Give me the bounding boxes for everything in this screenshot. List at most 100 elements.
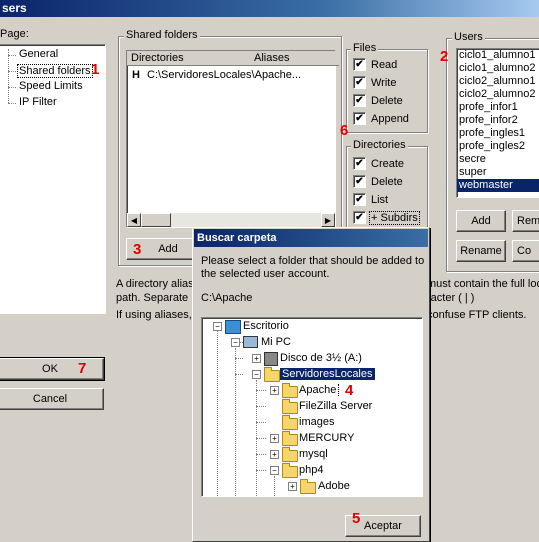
tree-item-mercury[interactable]: MERCURY: [299, 432, 354, 444]
page-tree: General Shared folders Speed Limits IP F…: [0, 44, 106, 314]
tree-item-filezilla[interactable]: FileZilla Server: [299, 400, 372, 412]
horizontal-scrollbar[interactable]: ◀ ▶: [127, 213, 335, 227]
add-user-button[interactable]: Add: [456, 210, 506, 232]
tree-item-apache[interactable]: Apache: [299, 384, 340, 396]
dialog-title: Buscar carpeta: [194, 229, 428, 247]
files-label: Files: [351, 42, 379, 54]
users-list[interactable]: ciclo1_alumno1 ciclo1_alumno2 ciclo2_alu…: [456, 48, 539, 198]
user-item-selected[interactable]: webmaster: [457, 179, 539, 192]
expand-icon[interactable]: +: [270, 386, 279, 395]
tree-item-mysql[interactable]: mysql: [299, 448, 328, 460]
append-checkbox[interactable]: ✔: [353, 112, 366, 125]
page-item-ip-filter[interactable]: IP Filter: [19, 96, 57, 108]
expand-icon[interactable]: +: [252, 354, 261, 363]
user-item[interactable]: profe_infor2: [457, 114, 539, 127]
user-item[interactable]: profe_ingles2: [457, 140, 539, 153]
user-item[interactable]: super: [457, 166, 539, 179]
shared-folder-row[interactable]: C:\ServidoresLocales\Apache...: [147, 69, 301, 81]
page-label: Page:: [0, 28, 29, 40]
list-label: List: [371, 194, 389, 206]
user-item[interactable]: ciclo2_alumno2: [457, 88, 539, 101]
dir-delete-label: Delete: [371, 176, 403, 188]
user-item[interactable]: ciclo1_alumno1: [457, 49, 539, 62]
floppy-drive-icon: [264, 352, 278, 366]
collapse-icon[interactable]: −: [213, 322, 222, 331]
create-label: Create: [371, 158, 405, 170]
folder-tree[interactable]: − Escritorio − Mi PC + Disco de 3½ (A:) …: [201, 317, 423, 497]
column-aliases[interactable]: Aliases: [250, 51, 339, 66]
user-item[interactable]: profe_ingles1: [457, 127, 539, 140]
shared-folders-list[interactable]: Directories Aliases H C:\ServidoresLocal…: [126, 50, 339, 228]
collapse-icon[interactable]: −: [231, 338, 240, 347]
user-item[interactable]: ciclo1_alumno2: [457, 62, 539, 75]
file-delete-label: Delete: [371, 95, 403, 107]
tree-item-images[interactable]: images: [299, 416, 334, 428]
dialog-prompt-2: the selected user account.: [201, 268, 330, 280]
create-checkbox[interactable]: ✔: [353, 157, 366, 170]
folder-icon: [282, 447, 298, 462]
users-label: Users: [452, 31, 485, 43]
home-flag: H: [132, 69, 140, 81]
write-label: Write: [371, 77, 397, 89]
subdirs-label: + Subdirs: [369, 211, 420, 225]
expand-icon[interactable]: +: [270, 450, 279, 459]
shared-folders-label: Shared folders: [124, 29, 200, 41]
rename-user-button[interactable]: Rename: [456, 240, 506, 262]
selected-path: C:\Apache: [201, 292, 253, 304]
tree-item-floppy[interactable]: Disco de 3½ (A:): [280, 352, 362, 364]
user-item[interactable]: ciclo2_alumno1: [457, 75, 539, 88]
info-line-3b: confuse FTP clients.: [427, 309, 527, 321]
window-title: sers: [2, 1, 27, 15]
computer-icon: [243, 336, 258, 348]
directories-label: Directories: [351, 139, 408, 151]
info-line-1b: must contain the full loca: [427, 278, 539, 290]
expand-icon[interactable]: +: [270, 434, 279, 443]
expand-icon[interactable]: +: [288, 482, 297, 491]
tree-item-php4[interactable]: php4: [299, 464, 323, 476]
folder-icon: [282, 431, 298, 446]
window-title-bar: sers: [0, 0, 539, 17]
browse-folder-dialog: Buscar carpeta Please select a folder th…: [192, 227, 430, 542]
tree-item-adobe[interactable]: Adobe: [318, 480, 350, 492]
cancel-button[interactable]: Cancel: [0, 388, 104, 410]
user-item[interactable]: profe_infor1: [457, 101, 539, 114]
list-checkbox[interactable]: ✔: [353, 193, 366, 206]
folder-icon: [282, 383, 298, 398]
scroll-right-icon[interactable]: ▶: [321, 213, 335, 227]
folder-icon: [300, 479, 316, 494]
tree-item-desktop[interactable]: Escritorio: [243, 320, 289, 332]
page-item-speed-limits[interactable]: Speed Limits: [19, 80, 83, 92]
collapse-icon[interactable]: −: [270, 466, 279, 475]
info-line-2b: racter ( | ): [427, 292, 475, 304]
folder-icon: [282, 399, 298, 414]
marker-4: 4: [345, 382, 354, 399]
dialog-prompt-1: Please select a folder that should be ad…: [201, 255, 427, 267]
scroll-thumb[interactable]: [141, 213, 171, 227]
file-delete-checkbox[interactable]: ✔: [353, 94, 366, 107]
folder-open-icon: [264, 367, 280, 382]
info-line-2a: path. Separate m: [116, 292, 201, 304]
user-item[interactable]: secre: [457, 153, 539, 166]
page-item-general[interactable]: General: [19, 48, 58, 60]
info-line-1a: A directory alias: [116, 278, 194, 290]
info-line-3a: If using aliases, p: [116, 309, 201, 321]
collapse-icon[interactable]: −: [252, 370, 261, 379]
tree-item-mypc[interactable]: Mi PC: [261, 336, 291, 348]
marker-7: 7: [78, 360, 87, 377]
dir-delete-checkbox[interactable]: ✔: [353, 175, 366, 188]
copy-user-button[interactable]: Co: [512, 240, 539, 262]
marker-6: 6: [340, 122, 349, 139]
page-item-shared-folders[interactable]: Shared folders: [17, 64, 93, 78]
folder-icon: [282, 463, 298, 478]
ok-button[interactable]: OK: [0, 357, 105, 381]
column-directories[interactable]: Directories: [127, 51, 254, 66]
subdirs-checkbox[interactable]: ✔: [353, 211, 366, 224]
remove-user-button[interactable]: Rem: [512, 210, 539, 232]
marker-5: 5: [352, 510, 361, 527]
write-checkbox[interactable]: ✔: [353, 76, 366, 89]
tree-item-servidores-locales[interactable]: ServidoresLocales: [280, 368, 375, 380]
scroll-left-icon[interactable]: ◀: [127, 213, 141, 227]
marker-2: 2: [440, 48, 449, 65]
append-label: Append: [371, 113, 409, 125]
read-checkbox[interactable]: ✔: [353, 58, 366, 71]
